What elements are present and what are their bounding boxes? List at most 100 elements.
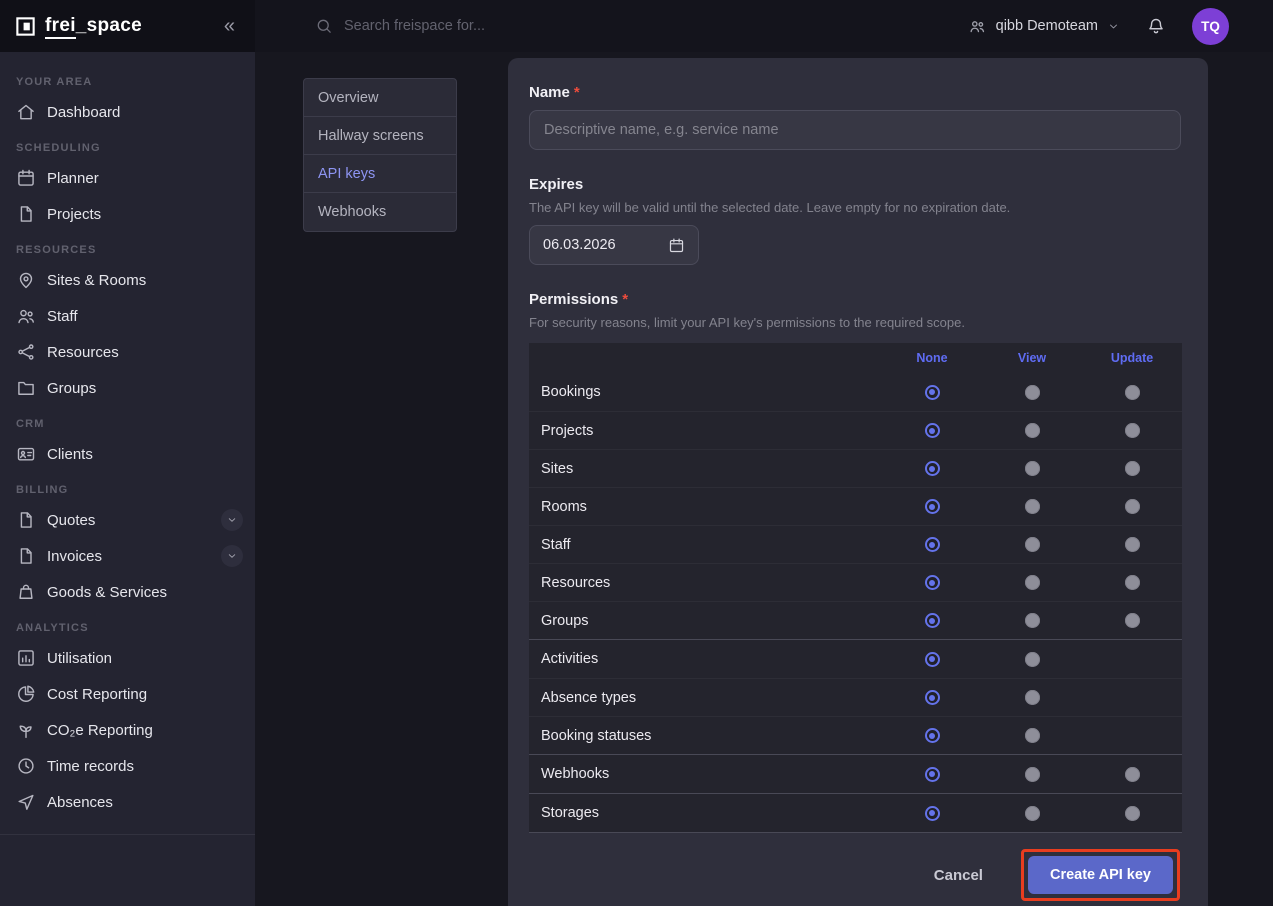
radio-view-rooms[interactable] bbox=[1025, 499, 1040, 514]
radio-none-sites[interactable] bbox=[925, 461, 940, 476]
sidebar-item-quotes[interactable]: Quotes bbox=[0, 502, 255, 538]
avatar[interactable]: TQ bbox=[1192, 8, 1229, 45]
radio-none-groups[interactable] bbox=[925, 613, 940, 628]
radio-update-projects[interactable] bbox=[1125, 423, 1140, 438]
radio-view-resources[interactable] bbox=[1025, 575, 1040, 590]
sidebar-section-label: CRM bbox=[0, 406, 255, 436]
sidebar-section-label: YOUR AREA bbox=[0, 64, 255, 94]
home-icon bbox=[16, 102, 36, 122]
sidebar-item-resources[interactable]: Resources bbox=[0, 334, 255, 370]
radio-update-staff[interactable] bbox=[1125, 537, 1140, 552]
chevron-down-icon[interactable] bbox=[221, 545, 243, 567]
radio-view-projects[interactable] bbox=[1025, 423, 1040, 438]
radio-update-webhooks[interactable] bbox=[1125, 767, 1140, 782]
radio-update-rooms[interactable] bbox=[1125, 499, 1140, 514]
radio-view-bookings[interactable] bbox=[1025, 385, 1040, 400]
radio-none-webhooks[interactable] bbox=[925, 767, 940, 782]
permission-cell bbox=[882, 613, 982, 628]
annotation-highlight-box: Create API key bbox=[1021, 849, 1180, 901]
name-input[interactable] bbox=[529, 110, 1181, 150]
expires-date-input[interactable]: 06.03.2026 bbox=[529, 225, 699, 265]
radio-view-absence-types[interactable] bbox=[1025, 690, 1040, 705]
submenu-item-api-keys[interactable]: API keys bbox=[304, 155, 456, 193]
global-search bbox=[315, 17, 664, 35]
submenu-item-overview[interactable]: Overview bbox=[304, 79, 456, 117]
submenu-item-hallway-screens[interactable]: Hallway screens bbox=[304, 117, 456, 155]
sidebar-nav: YOUR AREADashboardSCHEDULINGPlannerProje… bbox=[0, 52, 255, 906]
team-name: qibb Demoteam bbox=[996, 18, 1098, 34]
sidebar-item-co-e-reporting[interactable]: CO₂e Reporting bbox=[0, 712, 255, 748]
radio-view-activities[interactable] bbox=[1025, 652, 1040, 667]
radio-none-activities[interactable] bbox=[925, 652, 940, 667]
radio-none-booking-statuses[interactable] bbox=[925, 728, 940, 743]
radio-view-sites[interactable] bbox=[1025, 461, 1040, 476]
sidebar-item-absences[interactable]: Absences bbox=[0, 784, 255, 820]
brand-prefix: frei bbox=[45, 15, 76, 39]
permission-row-activities: Activities bbox=[529, 640, 1182, 678]
radio-update-resources[interactable] bbox=[1125, 575, 1140, 590]
permission-cell bbox=[982, 537, 1082, 552]
team-icon bbox=[968, 17, 987, 36]
radio-none-storages[interactable] bbox=[925, 806, 940, 821]
chevron-down-icon[interactable] bbox=[221, 509, 243, 531]
radio-update-storages[interactable] bbox=[1125, 806, 1140, 821]
radio-update-groups[interactable] bbox=[1125, 613, 1140, 628]
radio-view-webhooks[interactable] bbox=[1025, 767, 1040, 782]
radio-none-resources[interactable] bbox=[925, 575, 940, 590]
sidebar-item-groups[interactable]: Groups bbox=[0, 370, 255, 406]
sidebar-item-dashboard[interactable]: Dashboard bbox=[0, 94, 255, 130]
permission-cell bbox=[982, 423, 1082, 438]
permissions-column-view: View bbox=[982, 351, 1082, 365]
sidebar-item-goods-services[interactable]: Goods & Services bbox=[0, 574, 255, 610]
sidebar-item-invoices[interactable]: Invoices bbox=[0, 538, 255, 574]
submenu-item-webhooks[interactable]: Webhooks bbox=[304, 193, 456, 231]
sidebar-item-cost-reporting[interactable]: Cost Reporting bbox=[0, 676, 255, 712]
sidebar-item-staff[interactable]: Staff bbox=[0, 298, 255, 334]
sidebar-collapse-button[interactable]: « bbox=[224, 16, 235, 36]
file-icon bbox=[16, 510, 36, 530]
sidebar-item-label: Invoices bbox=[47, 548, 210, 565]
chevron-down-icon bbox=[1107, 20, 1120, 33]
sidebar-item-time-records[interactable]: Time records bbox=[0, 748, 255, 784]
form-actions: Cancel Create API key bbox=[529, 849, 1182, 901]
permission-cell bbox=[882, 461, 982, 476]
freispace-logo-icon bbox=[14, 15, 37, 38]
permission-row-label: Resources bbox=[541, 575, 882, 591]
create-api-key-button[interactable]: Create API key bbox=[1028, 856, 1173, 894]
permission-row-staff: Staff bbox=[529, 525, 1182, 563]
sidebar-item-planner[interactable]: Planner bbox=[0, 160, 255, 196]
required-asterisk: * bbox=[574, 84, 580, 101]
sidebar-item-clients[interactable]: Clients bbox=[0, 436, 255, 472]
radio-view-groups[interactable] bbox=[1025, 613, 1040, 628]
sidebar-section-label: SCHEDULING bbox=[0, 130, 255, 160]
permission-cell bbox=[1082, 499, 1182, 514]
radio-view-booking-statuses[interactable] bbox=[1025, 728, 1040, 743]
radio-update-bookings[interactable] bbox=[1125, 385, 1140, 400]
radio-none-projects[interactable] bbox=[925, 423, 940, 438]
file-icon bbox=[16, 546, 36, 566]
permission-row-label: Bookings bbox=[541, 384, 882, 400]
team-switcher[interactable]: qibb Demoteam bbox=[968, 17, 1120, 36]
cancel-button[interactable]: Cancel bbox=[934, 867, 983, 884]
permission-cell bbox=[882, 728, 982, 743]
radio-none-staff[interactable] bbox=[925, 537, 940, 552]
radio-none-rooms[interactable] bbox=[925, 499, 940, 514]
idcard-icon bbox=[16, 444, 36, 464]
radio-update-sites[interactable] bbox=[1125, 461, 1140, 476]
permission-row-rooms: Rooms bbox=[529, 487, 1182, 525]
sidebar-item-sites-rooms[interactable]: Sites & Rooms bbox=[0, 262, 255, 298]
api-key-form-card: Name* Expires The API key will be valid … bbox=[508, 58, 1208, 906]
search-input[interactable] bbox=[344, 18, 664, 34]
radio-none-bookings[interactable] bbox=[925, 385, 940, 400]
radio-view-storages[interactable] bbox=[1025, 806, 1040, 821]
sidebar-item-label: Staff bbox=[47, 308, 243, 325]
permissions-label: Permissions* bbox=[529, 291, 1182, 308]
sidebar-item-projects[interactable]: Projects bbox=[0, 196, 255, 232]
radio-view-staff[interactable] bbox=[1025, 537, 1040, 552]
radio-none-absence-types[interactable] bbox=[925, 690, 940, 705]
notifications-button[interactable] bbox=[1146, 16, 1166, 36]
brand[interactable]: frei_space bbox=[14, 15, 142, 38]
permission-cell bbox=[882, 423, 982, 438]
sidebar-item-utilisation[interactable]: Utilisation bbox=[0, 640, 255, 676]
permission-cell bbox=[882, 767, 982, 782]
